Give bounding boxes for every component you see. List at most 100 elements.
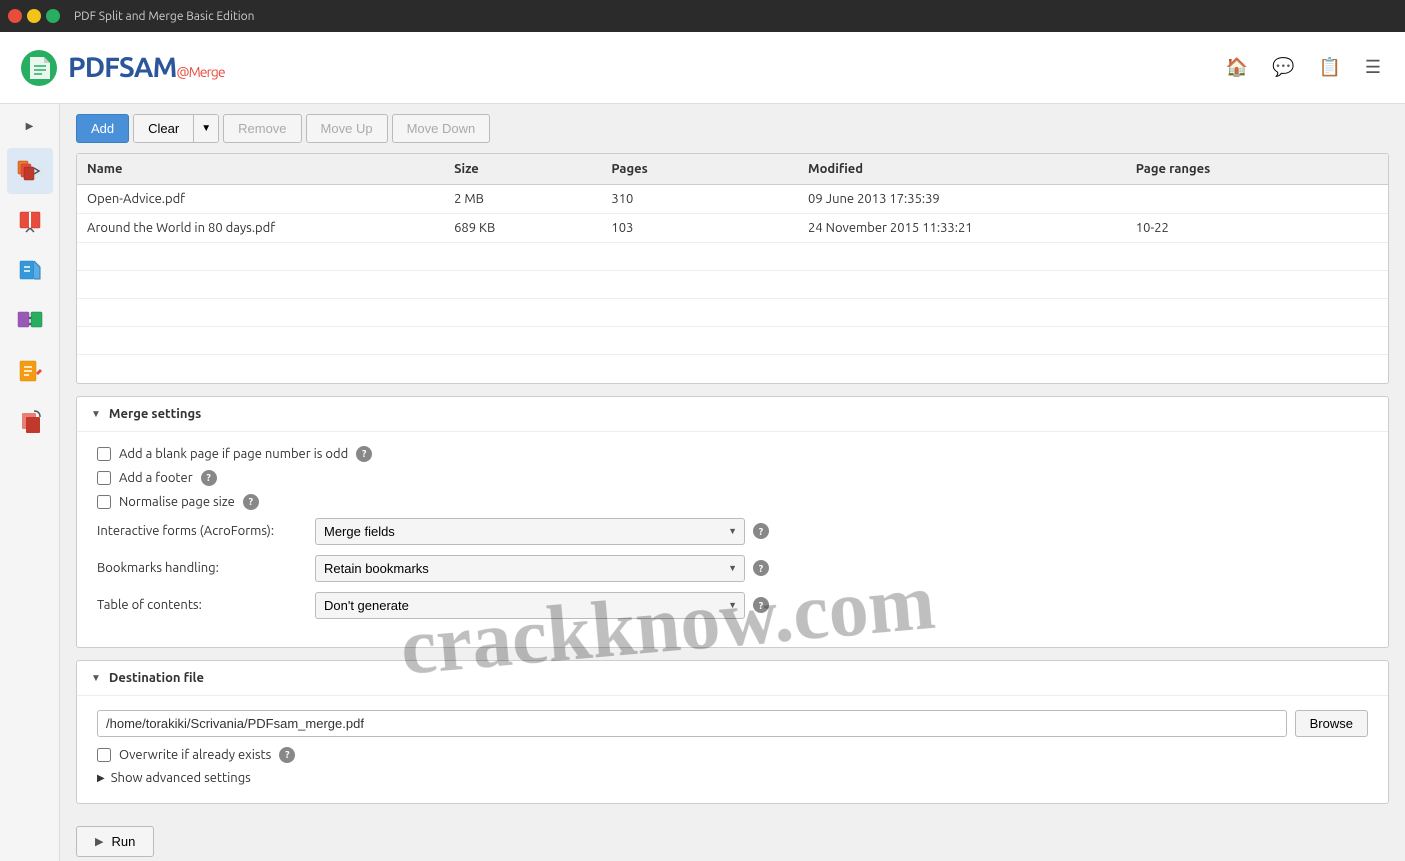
cell-ranges: 10-22 [1126,214,1388,243]
log-button[interactable]: 📋 [1314,53,1344,82]
blank-page-checkbox[interactable] [97,447,111,461]
merge-settings-panel: ▼ Merge settings Add a blank page if pag… [76,396,1389,648]
footer-label: Add a footer [119,471,193,485]
table-header-row: Name Size Pages Modified Page ranges [77,154,1388,185]
col-header-pages: Pages [601,154,798,185]
run-bar: ▶ Run [76,816,1389,861]
col-header-ranges: Page ranges [1126,154,1388,185]
cell-size: 2 MB [444,185,601,214]
close-button[interactable] [8,9,22,23]
sidebar-item-split[interactable] [7,198,53,244]
table-empty-row [77,271,1388,299]
sidebar-item-mix[interactable] [7,298,53,344]
destination-title: Destination file [109,671,204,685]
header: PDFSAM@Merge 🏠 💬 📋 ☰ [0,32,1405,104]
toc-select-wrapper: Don't generate Generate [315,592,745,619]
titlebar-buttons[interactable] [8,9,60,23]
sidebar-item-extract[interactable] [7,248,53,294]
clear-split-button[interactable]: Clear ▼ [133,114,219,143]
move-up-button[interactable]: Move Up [306,114,388,143]
sidebar: ▶ [0,104,60,861]
run-label: Run [111,834,135,849]
footer-row: Add a footer ? [97,470,1368,486]
clear-dropdown-button[interactable]: ▼ [193,115,218,142]
normalise-checkbox[interactable] [97,495,111,509]
show-advanced-toggle[interactable]: ▶ Show advanced settings [97,771,1368,785]
mix-icon [16,307,44,335]
menu-button[interactable]: ☰ [1361,53,1385,82]
interactive-forms-label: Interactive forms (AcroForms): [97,524,307,538]
home-button[interactable]: 🏠 [1222,53,1252,82]
merge-settings-header[interactable]: ▼ Merge settings [77,397,1388,431]
run-play-icon: ▶ [95,835,103,848]
sidebar-item-rotate[interactable] [7,398,53,444]
logo-text: PDFSAM@Merge [68,52,225,83]
toc-help[interactable]: ? [753,597,769,613]
footer-checkbox[interactable] [97,471,111,485]
minimize-button[interactable] [27,9,41,23]
table-row[interactable]: Around the World in 80 days.pdf 689 KB 1… [77,214,1388,243]
table-empty-row [77,299,1388,327]
bookmarks-label: Bookmarks handling: [97,561,307,575]
toc-select[interactable]: Don't generate Generate [315,592,745,619]
destination-body: Browse Overwrite if already exists ? ▶ S… [77,695,1388,803]
window-title: PDF Split and Merge Basic Edition [74,10,255,23]
extract-icon [16,257,44,285]
blank-page-help[interactable]: ? [356,446,372,462]
sidebar-item-merge[interactable] [7,148,53,194]
interactive-forms-select[interactable]: Merge fields Discard fields Flatten fiel… [315,518,745,545]
toolbar: Add Clear ▼ Remove Move Up Move Down [76,114,1389,143]
add-button[interactable]: Add [76,114,129,143]
rotate-icon [16,407,44,435]
sidebar-toggle[interactable]: ▶ [15,114,45,138]
remove-button[interactable]: Remove [223,114,301,143]
dest-path-row: Browse [97,710,1368,737]
logo-pdfsam: PDFSAM [68,52,176,83]
split-icon [16,207,44,235]
advanced-label: Show advanced settings [111,771,251,785]
merge-settings-body: Add a blank page if page number is odd ?… [77,431,1388,647]
browse-button[interactable]: Browse [1295,710,1368,737]
logo-suffix: @Merge [176,64,224,80]
merge-settings-title: Merge settings [109,407,201,421]
overwrite-help[interactable]: ? [279,747,295,763]
destination-header[interactable]: ▼ Destination file [77,661,1388,695]
main-content: Add Clear ▼ Remove Move Up Move Down Nam… [60,104,1405,861]
interactive-forms-help[interactable]: ? [753,523,769,539]
sidebar-item-edit[interactable] [7,348,53,394]
blank-page-row: Add a blank page if page number is odd ? [97,446,1368,462]
col-header-name: Name [77,154,444,185]
bookmarks-help[interactable]: ? [753,560,769,576]
toc-row: Table of contents: Don't generate Genera… [97,592,1368,619]
table-row[interactable]: Open-Advice.pdf 2 MB 310 09 June 2013 17… [77,185,1388,214]
cell-modified: 09 June 2013 17:35:39 [798,185,1126,214]
cell-pages: 103 [601,214,798,243]
maximize-button[interactable] [46,9,60,23]
move-down-button[interactable]: Move Down [392,114,491,143]
footer-help[interactable]: ? [201,470,217,486]
bookmarks-select-wrapper: Retain bookmarks Discard bookmarks Flatt… [315,555,745,582]
bookmarks-select[interactable]: Retain bookmarks Discard bookmarks Flatt… [315,555,745,582]
clear-button[interactable]: Clear [134,115,193,142]
normalise-label: Normalise page size [119,495,235,509]
news-button[interactable]: 💬 [1268,53,1298,82]
destination-path-input[interactable] [97,710,1287,737]
cell-pages: 310 [601,185,798,214]
cell-name: Open-Advice.pdf [77,185,444,214]
blank-page-label: Add a blank page if page number is odd [119,447,348,461]
header-actions: 🏠 💬 📋 ☰ [1222,53,1385,82]
destination-arrow: ▼ [91,672,101,684]
main-layout: ▶ [0,104,1405,861]
table-empty-row [77,327,1388,355]
cell-size: 689 KB [444,214,601,243]
pdfsam-logo-icon [20,49,58,87]
run-button[interactable]: ▶ Run [76,826,154,857]
overwrite-checkbox[interactable] [97,748,111,762]
normalise-row: Normalise page size ? [97,494,1368,510]
table-empty-row [77,243,1388,271]
table-empty-row [77,355,1388,383]
advanced-arrow: ▶ [97,772,105,784]
normalise-help[interactable]: ? [243,494,259,510]
interactive-forms-select-wrapper: Merge fields Discard fields Flatten fiel… [315,518,745,545]
merge-settings-arrow: ▼ [91,408,101,420]
